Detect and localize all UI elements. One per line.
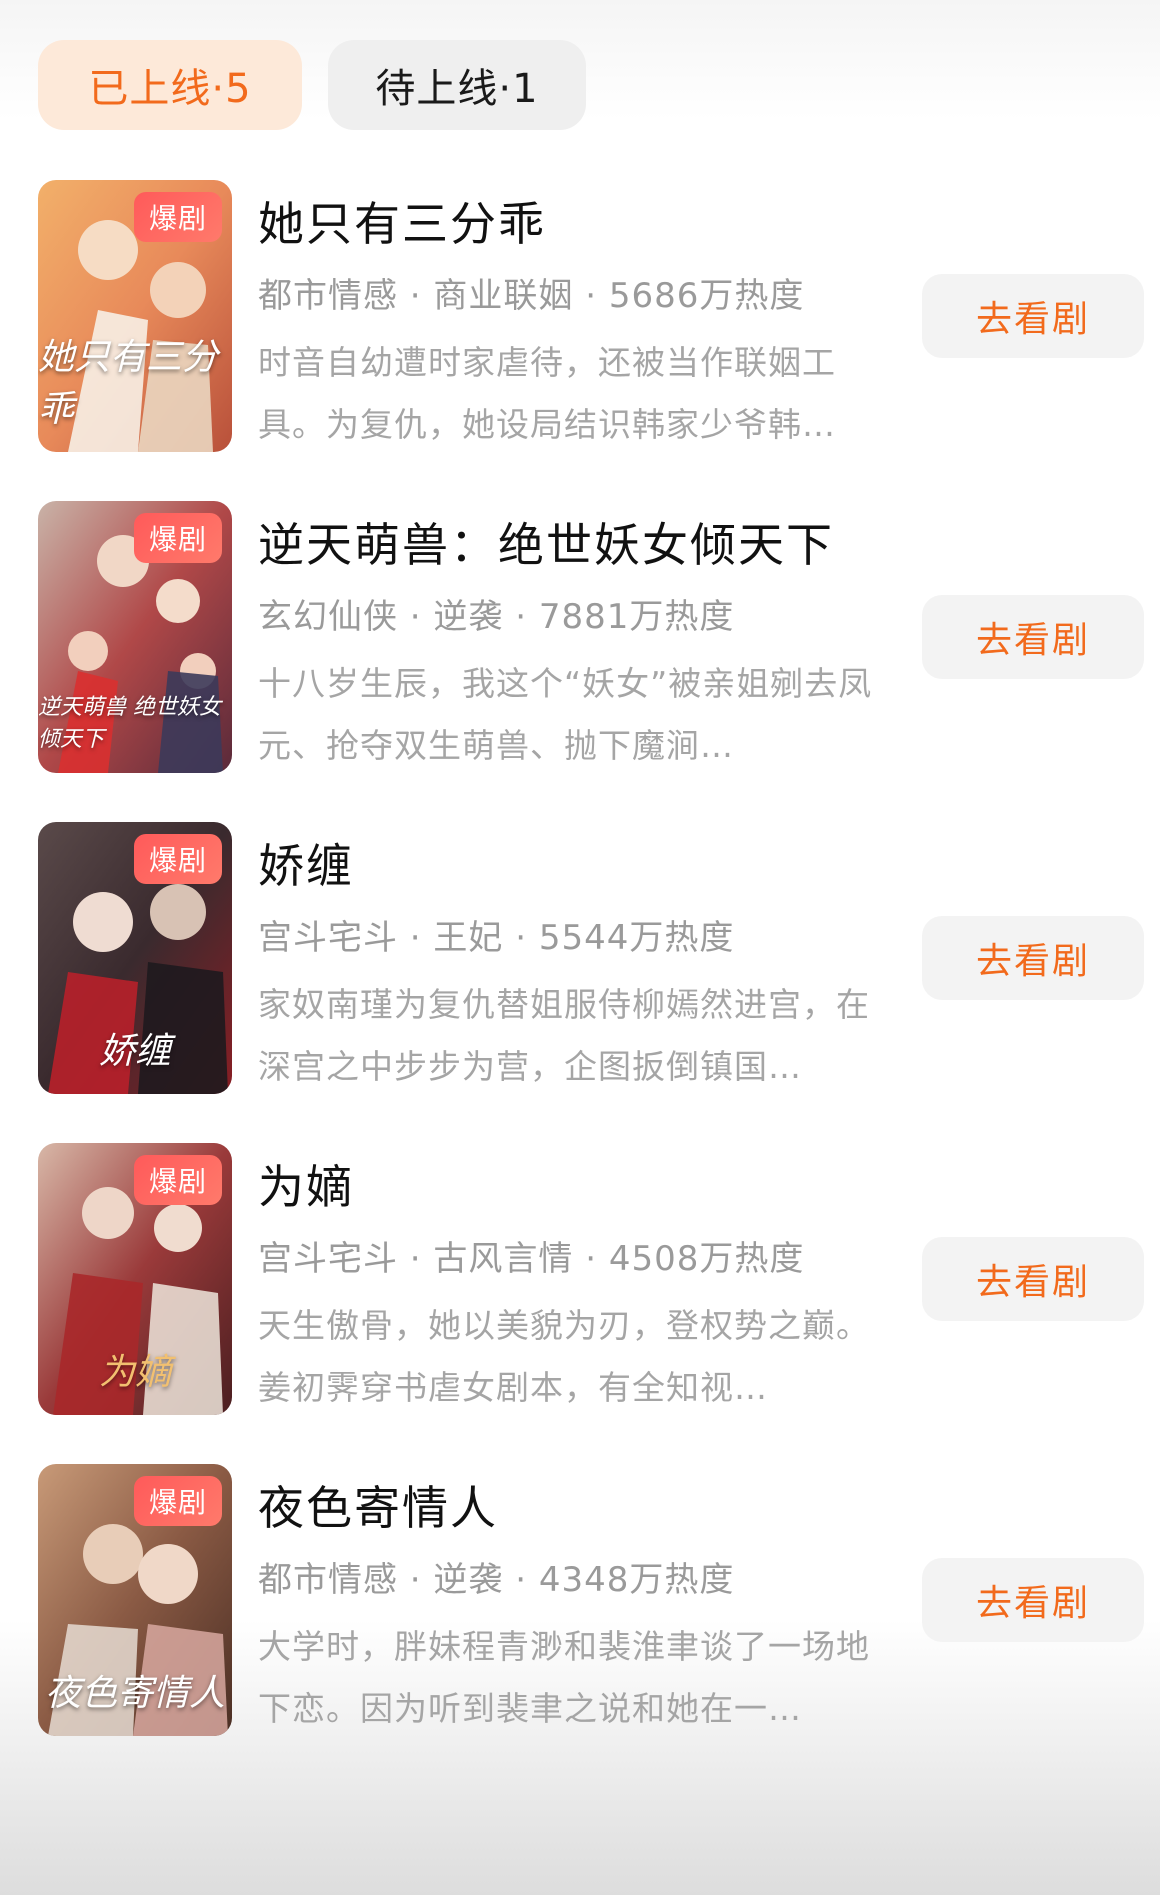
poster-title-text: 娇缠 (98, 1031, 171, 1072)
drama-description: 十八岁生辰，我这个“妖女”被亲姐剜去凤元、抢夺双生萌兽、抛下魔涧… (258, 664, 873, 765)
drama-title[interactable]: 夜色寄情人 (258, 1472, 498, 1538)
hot-badge: 爆剧 (134, 513, 222, 563)
poster-title-text: 夜色寄情人 (44, 1673, 225, 1714)
watch-button[interactable]: 去看剧 (922, 274, 1144, 358)
drama-description: 时音自幼遭时家虐待，还被当作联姻工具。为复仇，她设局结识韩家少爷韩… (258, 343, 836, 444)
watch-button[interactable]: 去看剧 (922, 916, 1144, 1000)
drama-poster[interactable]: 爆剧 她只有三分乖 (38, 180, 232, 452)
drama-description: 大学时，胖妹程青渺和裴淮聿谈了一场地下恋。因为听到裴聿之说和她在一… (258, 1627, 870, 1728)
list-item[interactable]: 爆剧 娇缠 娇缠 宫斗宅斗 · 王妃 · 5544万热度 家奴南瑾为复仇替姐服侍… (0, 822, 1160, 1143)
drama-meta: 都市情感 · 逆袭 · 4348万热度 (258, 1560, 735, 1600)
drama-title[interactable]: 为嫡 (258, 1151, 354, 1217)
drama-title[interactable]: 娇缠 (258, 830, 354, 896)
hot-badge: 爆剧 (134, 1155, 222, 1205)
drama-meta: 玄幻仙侠 · 逆袭 · 7881万热度 (258, 597, 735, 637)
drama-description: 天生傲骨，她以美貌为刃，登权势之巅。姜初霁穿书虐女剧本，有全知视… (258, 1306, 870, 1407)
drama-poster[interactable]: 爆剧 为嫡 (38, 1143, 232, 1415)
tab-released[interactable]: 已上线·5 (38, 40, 302, 130)
tab-upcoming[interactable]: 待上线·1 (328, 40, 586, 130)
drama-poster[interactable]: 爆剧 逆天萌兽 绝世妖女倾天下 (38, 501, 232, 773)
drama-poster[interactable]: 爆剧 娇缠 (38, 822, 232, 1094)
hot-badge: 爆剧 (134, 1476, 222, 1526)
status-tabs: 已上线·5 待上线·1 (38, 40, 586, 130)
hot-badge: 爆剧 (134, 834, 222, 884)
watch-button[interactable]: 去看剧 (922, 1558, 1144, 1642)
drama-list: 爆剧 她只有三分乖 她只有三分乖 都市情感 · 商业联姻 · 5686万热度 时… (0, 180, 1160, 1785)
drama-title[interactable]: 逆天萌兽：绝世妖女倾天下 (258, 509, 834, 575)
poster-title-text: 她只有三分乖 (38, 337, 219, 430)
drama-title[interactable]: 她只有三分乖 (258, 188, 546, 254)
list-item[interactable]: 爆剧 逆天萌兽 绝世妖女倾天下 逆天萌兽：绝世妖女倾天下 玄幻仙侠 · 逆袭 ·… (0, 501, 1160, 822)
drama-meta: 都市情感 · 商业联姻 · 5686万热度 (258, 276, 805, 316)
watch-button[interactable]: 去看剧 (922, 1237, 1144, 1321)
drama-meta: 宫斗宅斗 · 古风言情 · 4508万热度 (258, 1239, 805, 1279)
drama-description: 家奴南瑾为复仇替姐服侍柳嫣然进宫，在深宫之中步步为营，企图扳倒镇国… (258, 985, 870, 1086)
drama-meta: 宫斗宅斗 · 王妃 · 5544万热度 (258, 918, 735, 958)
drama-poster[interactable]: 爆剧 夜色寄情人 (38, 1464, 232, 1736)
list-item[interactable]: 爆剧 夜色寄情人 夜色寄情人 都市情感 · 逆袭 · 4348万热度 大学时，胖… (0, 1464, 1160, 1785)
list-item[interactable]: 爆剧 为嫡 为嫡 宫斗宅斗 · 古风言情 · 4508万热度 天生傲骨，她以美貌… (0, 1143, 1160, 1464)
hot-badge: 爆剧 (134, 192, 222, 242)
watch-button[interactable]: 去看剧 (922, 595, 1144, 679)
poster-title-text: 逆天萌兽 绝世妖女倾天下 (38, 695, 221, 752)
list-item[interactable]: 爆剧 她只有三分乖 她只有三分乖 都市情感 · 商业联姻 · 5686万热度 时… (0, 180, 1160, 501)
poster-title-text: 为嫡 (98, 1352, 171, 1393)
